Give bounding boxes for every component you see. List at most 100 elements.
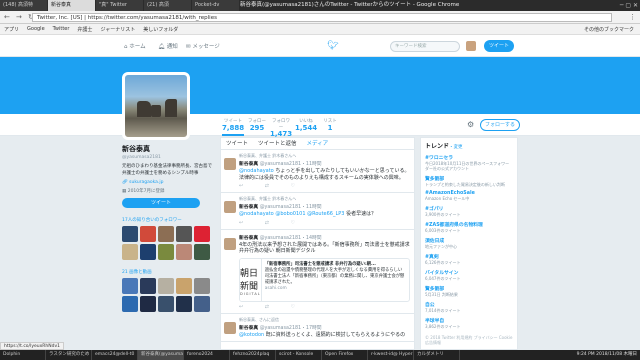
trend-item[interactable]: 自公 7,014件のツイート bbox=[425, 301, 513, 313]
tweet-avatar[interactable] bbox=[224, 201, 236, 213]
tweet-mention[interactable]: @nodahayato bbox=[239, 168, 274, 174]
menu-icon[interactable]: ⋮ bbox=[629, 13, 636, 21]
stat-lists[interactable]: リスト 1 bbox=[322, 118, 338, 132]
follower-avatar[interactable] bbox=[158, 226, 174, 242]
followers-you-know-link[interactable]: 17人の知り合いのフォロワー bbox=[122, 217, 212, 223]
taskbar-item[interactable]: Dolphin bbox=[0, 350, 46, 360]
taskbar-item[interactable]: scirot - Konsole bbox=[276, 350, 322, 360]
tweet-button[interactable]: ツイート bbox=[484, 40, 514, 52]
bookmark-folder[interactable]: 弁護士 bbox=[77, 26, 92, 33]
follower-avatar[interactable] bbox=[176, 244, 192, 260]
twitter-bird-icon[interactable]: 🐦︎ bbox=[327, 41, 338, 51]
bookmark-other[interactable]: その他のブックマーク bbox=[584, 26, 634, 33]
follower-avatar[interactable] bbox=[176, 226, 192, 242]
bookmark-folder[interactable]: 美しいフォルダ bbox=[143, 26, 178, 33]
trend-item[interactable]: 半球半自 3,862件のツイート bbox=[425, 317, 513, 329]
link-card[interactable]: 朝日新聞 DIGITAL 「新宿事務所」司法書士を懲戒請求 非弁行為の疑い:朝.… bbox=[239, 257, 410, 302]
follower-avatar[interactable] bbox=[194, 226, 210, 242]
browser-tab-active[interactable]: 新谷泰真 bbox=[48, 0, 95, 11]
media-thumb[interactable] bbox=[122, 278, 138, 294]
trend-item[interactable]: #ZAS都道府県の名物料理 6,003件のツイート bbox=[425, 221, 513, 233]
trend-item[interactable]: 須佐日成 地元ファンが中心 bbox=[425, 237, 513, 249]
bookmark-google[interactable]: Google bbox=[27, 26, 45, 32]
address-bar[interactable]: Twitter, Inc. [US] | https://twitter.com… bbox=[32, 13, 612, 22]
follower-avatar[interactable] bbox=[122, 244, 138, 260]
tweet-avatar[interactable] bbox=[224, 321, 236, 334]
tab-media[interactable]: メディア bbox=[307, 138, 329, 149]
trend-item[interactable]: #ゴパリ 3,900件のツイート bbox=[425, 205, 513, 217]
tweet-author[interactable]: 新谷泰真 @yasumasa2181・11時間 bbox=[239, 203, 410, 210]
search-input[interactable]: キーワード検索 bbox=[390, 41, 460, 52]
photos-videos-link[interactable]: 21 画像と動画 bbox=[122, 269, 212, 275]
media-thumb[interactable] bbox=[140, 278, 156, 294]
stat-likes[interactable]: いいね 1,544 bbox=[295, 118, 317, 132]
bookmark-folder[interactable]: ジャーナリスト bbox=[100, 26, 135, 33]
taskbar-item[interactable]: fehzno2024plaq bbox=[230, 350, 276, 360]
tweet[interactable]: 新谷泰真 @yasumasa2181・14時間 4年の刑法以来予想された展開では… bbox=[221, 230, 414, 314]
media-thumb[interactable] bbox=[158, 278, 174, 294]
trend-item[interactable]: 賢多劉部 トランプと約束した貿易決定後の新しい判断 bbox=[425, 175, 513, 187]
tweet-actions[interactable]: ↩ ⇄ ♡ bbox=[239, 183, 410, 189]
tweet-avatar[interactable] bbox=[224, 158, 236, 170]
taskbar-item[interactable]: ラスタン研究のため bbox=[46, 350, 92, 360]
browser-tab[interactable]: (148) 高須特 bbox=[0, 0, 47, 11]
trends-footer[interactable]: © 2018 Twitter 利用規約 プライバシー Cookie 広告情報 bbox=[425, 335, 513, 345]
browser-tab[interactable]: (21) 高須 bbox=[144, 0, 191, 11]
follower-avatar[interactable] bbox=[122, 226, 138, 242]
tweet[interactable]: 新谷泰真、弁護士 鈴木春さんへ 新谷泰真 @yasumasa2181・11時間 … bbox=[221, 150, 414, 193]
taskbar-item[interactable]: emacs24@dell-t0 bbox=[92, 350, 138, 360]
trend-item[interactable]: #AmazonEchoSale Amazon Echo セール中 bbox=[425, 191, 513, 201]
tweet-avatar[interactable] bbox=[224, 237, 236, 250]
media-thumb[interactable] bbox=[140, 296, 156, 312]
media-thumb[interactable] bbox=[194, 278, 210, 294]
window-controls[interactable]: ─ ▢ ✕ bbox=[620, 0, 638, 11]
gear-icon[interactable]: ⚙ bbox=[467, 120, 474, 129]
media-thumb[interactable] bbox=[176, 296, 192, 312]
follower-avatar[interactable] bbox=[158, 244, 174, 260]
tweet-mention[interactable]: @nodahayato @bobo0101 @Route66_LP3 bbox=[239, 211, 344, 217]
media-thumb[interactable] bbox=[176, 278, 192, 294]
stat-followers[interactable]: フォロワー 1,473 bbox=[270, 118, 292, 138]
follower-avatar[interactable] bbox=[194, 244, 210, 260]
tweet-mention[interactable]: @kotodon bbox=[239, 332, 264, 338]
taskbar-item[interactable]: foreno2024 bbox=[184, 350, 230, 360]
tweet-author[interactable]: 新谷泰真 @yasumasa2181・17時間 bbox=[239, 324, 410, 331]
trend-item[interactable]: バイタルサイン 6,047件のツイート bbox=[425, 269, 513, 281]
back-icon[interactable]: ← bbox=[4, 13, 12, 21]
follower-avatar[interactable] bbox=[140, 226, 156, 242]
taskbar-item-active[interactable]: 新谷泰真(@yasuma bbox=[138, 350, 184, 360]
tweet[interactable]: 新谷泰真、さんに返信 新谷泰真 @yasumasa2181・17時間 @koto… bbox=[221, 314, 414, 342]
browser-tab[interactable]: Pocket-dv bbox=[192, 0, 239, 11]
trend-item[interactable]: #ワロニセラ 今日2018年10月11日の世界のペースフォワーダー社の公式アカウン… bbox=[425, 154, 513, 171]
tweet-actions[interactable]: ↩ ⇄ ♡ bbox=[239, 220, 410, 226]
sidebar-tweet-button[interactable]: ツイート bbox=[122, 198, 200, 208]
media-thumb[interactable] bbox=[158, 296, 174, 312]
trends-change-link[interactable]: ・変更 bbox=[449, 145, 463, 150]
tweet-author[interactable]: 新谷泰真 @yasumasa2181・14時間 bbox=[239, 234, 410, 241]
bookmark-apps[interactable]: アプリ bbox=[4, 26, 19, 33]
taskbar-item[interactable]: r-kwest-id@ Hyper bbox=[368, 350, 414, 360]
trend-item[interactable]: #真剣 6,126件のツイート bbox=[425, 253, 513, 265]
media-thumb[interactable] bbox=[122, 296, 138, 312]
stat-following[interactable]: フォロー 295 bbox=[246, 118, 268, 132]
tweet-actions[interactable]: ↩ ⇄ ♡ bbox=[239, 304, 410, 310]
profile-avatar[interactable] bbox=[122, 72, 190, 140]
nav-messages[interactable]: ✉ メッセージ bbox=[186, 42, 220, 50]
media-thumb[interactable] bbox=[194, 296, 210, 312]
profile-link[interactable]: 🔗︎ sukuragaoka.jp bbox=[122, 180, 212, 185]
nav-home[interactable]: ⌂ ホーム bbox=[124, 42, 146, 50]
follow-button[interactable]: フォローする bbox=[480, 119, 520, 131]
tab-tweets[interactable]: ツイート bbox=[226, 138, 248, 149]
stat-tweets[interactable]: ツイート 7,888 bbox=[222, 118, 244, 136]
tweet-author[interactable]: 新谷泰真 @yasumasa2181・11時間 bbox=[239, 160, 410, 167]
user-avatar[interactable] bbox=[466, 41, 476, 51]
trend-item[interactable]: 賢多劉部 5月31日 判断結果 bbox=[425, 285, 513, 297]
tab-tweets-replies[interactable]: ツイートと返信 bbox=[258, 138, 297, 149]
forward-icon[interactable]: → bbox=[16, 13, 24, 21]
tweet[interactable]: 新谷泰真、弁護士 鈴木春さんへ 新谷泰真 @yasumasa2181・11時間 … bbox=[221, 193, 414, 230]
follower-avatar[interactable] bbox=[140, 244, 156, 260]
browser-tab[interactable]: "真" Twitter bbox=[96, 0, 143, 11]
bookmark-twitter[interactable]: Twitter bbox=[53, 26, 70, 32]
nav-notifications[interactable]: 🔔︎ 通知 bbox=[158, 42, 178, 50]
taskbar-item[interactable]: Open Firefox bbox=[322, 350, 368, 360]
